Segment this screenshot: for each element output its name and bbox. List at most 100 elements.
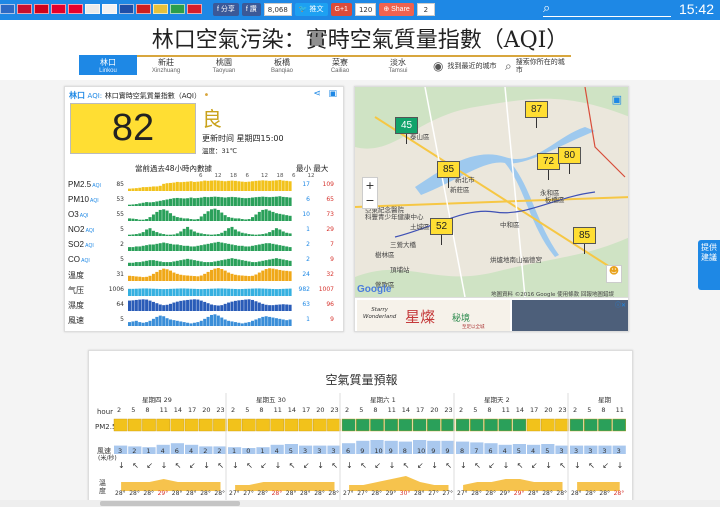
zoom-in-button[interactable]: + (363, 178, 377, 193)
language-flag-icon[interactable] (119, 4, 134, 14)
sparkline-bar (169, 319, 173, 326)
language-flag-icon[interactable] (187, 4, 202, 14)
sparkline-bar (141, 232, 145, 236)
sparkline-bar (220, 288, 224, 296)
sparkline-bar (151, 214, 155, 221)
forecast-temp-value: 28° (414, 490, 425, 497)
sparkline-bar (158, 304, 162, 311)
nav-city-xinzhuang[interactable]: 新莊 Xinzhuang (137, 55, 195, 75)
tweet-button[interactable]: 🐦 推文 (294, 3, 328, 16)
sparkline-bar (175, 260, 179, 266)
nav-city-linkou[interactable]: 林口 Linkou (79, 55, 137, 75)
history-row[interactable]: CO AQI 5 2 9 (68, 252, 340, 267)
share-icon[interactable]: ⋖ (313, 89, 321, 99)
map-zoom-control[interactable]: + − (362, 177, 378, 209)
sparkline-bar (244, 288, 248, 296)
language-flag-icon[interactable] (0, 4, 15, 14)
nav-city-taoyuan[interactable]: 桃園 Taoyuan (195, 55, 253, 75)
sparkline-bar (213, 261, 217, 266)
current-value: 5 (120, 316, 124, 323)
nav-city-cailiao[interactable]: 菜寮 Cailiao (311, 55, 369, 75)
station-aqi-pin[interactable]: 85 (573, 227, 596, 254)
forecast-wind-value: 8 (403, 447, 407, 455)
sparkline-bar (182, 198, 186, 206)
sparkline-bar (281, 259, 285, 266)
sparkline-bar (237, 181, 241, 191)
language-flag-icon[interactable] (85, 4, 100, 14)
horizontal-scrollbar[interactable] (0, 500, 720, 507)
wind-direction-icon: ↓ (617, 461, 624, 470)
history-row[interactable]: 濕度 64 63 96 (68, 297, 340, 312)
scrollbar-thumb[interactable] (100, 501, 240, 506)
language-flag-icon[interactable] (153, 4, 168, 14)
gplus-button[interactable]: G+1 (330, 3, 352, 16)
forecast-wind-value: 5 (289, 447, 293, 455)
sparkline-bar (254, 301, 258, 311)
find-nearest-city-button[interactable]: ◉ 找到最近的城市 (427, 55, 499, 75)
language-flag-icon[interactable] (34, 4, 49, 14)
forecast-hour: 23 (444, 406, 452, 414)
aqi-panel-header: 林口 AQI: 林口實時空氣質量指數（AQI） • (69, 90, 209, 101)
search-city-button[interactable]: ⌕ 搜索你所在的城市 (499, 55, 571, 75)
sparkline-bar (196, 299, 200, 311)
history-row[interactable]: SO2 AQI 2 2 7 (68, 237, 340, 252)
search-input[interactable]: ⌕ (543, 1, 671, 17)
history-row[interactable]: O3 AQI 55 10 73 (68, 207, 340, 222)
sparkline-bar (233, 322, 237, 326)
language-flag-icon[interactable] (51, 4, 66, 14)
sparkline-bar (274, 318, 278, 326)
ad-banner-text[interactable]: Starry Wonderland 星燦 秘境 至足以全城 (357, 300, 510, 331)
facebook-share-button[interactable]: f 分享 (213, 3, 239, 16)
sparkline-bar (278, 179, 282, 191)
sparkline-bar (199, 289, 203, 296)
nav-city-tamsui[interactable]: 淡水 Tamsui (369, 55, 427, 75)
layers-icon[interactable]: ▣ (328, 89, 337, 99)
sparkline-bar (169, 234, 173, 236)
share-button[interactable]: ⊕ Share (379, 3, 414, 16)
street-view-pegman-icon[interactable]: ☻ (606, 265, 622, 283)
language-flag-icon[interactable] (68, 4, 83, 14)
search-icon[interactable]: ⌕ (543, 1, 550, 16)
sparkline-bar (172, 198, 176, 206)
facebook-like-button[interactable]: f 讚 (241, 3, 261, 16)
history-row[interactable]: NO2 AQI 5 1 29 (68, 222, 340, 237)
language-flag-icon[interactable] (17, 4, 32, 14)
history-row[interactable]: 風速 5 1 9 (68, 312, 340, 327)
language-flag-icon[interactable] (102, 4, 117, 14)
forecast-temp-value: 28° (115, 490, 126, 497)
nav-city-banqiao[interactable]: 板橋 Banqiao (253, 55, 311, 75)
forecast-temp-value: 28° (614, 490, 625, 497)
map-panel[interactable]: 泰山區 新莊區 新北市 中和區 土城區 永和區 板橋區 樹林區 亞東紀念醫院 科豐青少年健康中心三… (354, 86, 629, 332)
station-aqi-pin[interactable]: 87 (525, 101, 548, 128)
sparkline-bar (175, 197, 179, 206)
map-layers-icon[interactable]: ▣ (612, 93, 622, 106)
sparkline-bar (162, 289, 166, 296)
sparkline-bar (220, 212, 224, 221)
sparkline-bar (179, 300, 183, 311)
forecast-wind-value: 9 (389, 447, 393, 455)
sparkline-bar (203, 234, 207, 236)
ad-close-icon[interactable]: ⓘ✕ (615, 300, 626, 309)
station-aqi-pin[interactable]: 85 (437, 161, 460, 188)
status-dot-icon: • (203, 90, 210, 101)
station-aqi-pin[interactable]: 45 (395, 117, 418, 144)
station-aqi-pin[interactable]: 52 (430, 218, 453, 245)
history-row[interactable]: PM10 AQI 53 6 65 (68, 192, 340, 207)
language-flag-icon[interactable] (170, 4, 185, 14)
sparkline-bar (264, 233, 268, 236)
history-row[interactable]: 溫度 31 24 32 (68, 267, 340, 282)
forecast-pm-cell (441, 418, 455, 432)
language-flag-icon[interactable] (136, 4, 151, 14)
max-value: 7 (330, 241, 334, 248)
advertisement[interactable]: Starry Wonderland 星燦 秘境 至足以全城 ⓘ✕ (355, 297, 628, 331)
current-value: 53 (116, 196, 124, 203)
ad-banner-image[interactable] (512, 300, 628, 331)
station-aqi-pin[interactable]: 72 (537, 153, 560, 180)
history-row[interactable]: PM2.5 AQI 85 17 109 (68, 177, 340, 192)
forecast-hour: 20 (430, 406, 438, 414)
feedback-tab[interactable]: 提供建議 (698, 240, 720, 290)
station-aqi-pin[interactable]: 80 (558, 147, 581, 174)
zoom-out-button[interactable]: − (363, 193, 377, 208)
sparkline-bar (285, 232, 289, 236)
history-row[interactable]: 气压 1006 982 1007 (68, 282, 340, 297)
